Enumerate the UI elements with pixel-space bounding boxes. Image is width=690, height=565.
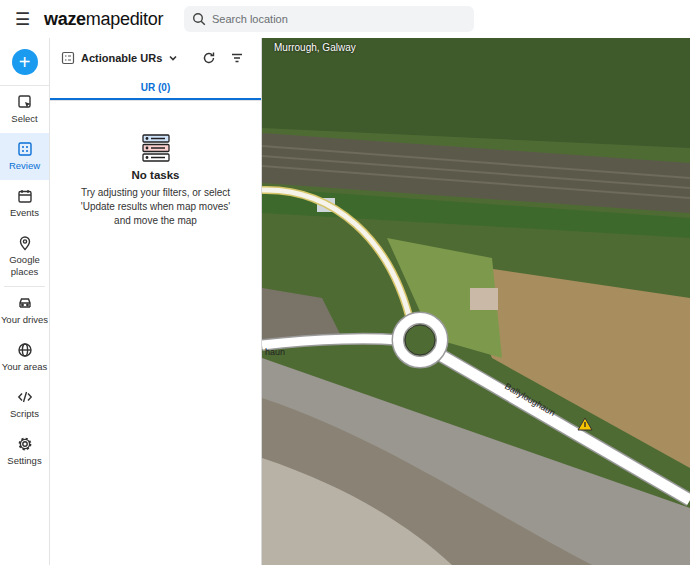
chevron-down-icon: [168, 53, 178, 63]
nav-icon: [17, 94, 33, 110]
review-panel: Actionable URs UR (0) No tasks Try adjus…: [50, 38, 262, 565]
panel-header: Actionable URs: [50, 38, 261, 78]
nav-icon: [17, 389, 33, 405]
nav-item[interactable]: Review: [0, 133, 49, 180]
nav-icon: [17, 188, 33, 204]
filter-button[interactable]: [227, 48, 247, 68]
add-button[interactable]: +: [12, 49, 38, 75]
nav-item[interactable]: Events: [0, 180, 49, 227]
nav-item[interactable]: Scripts: [0, 381, 49, 428]
map[interactable]: haun Ballyloughaun Murrough, Galway: [262, 38, 690, 565]
empty-message: Try adjusting your filters, or select 'U…: [72, 186, 240, 228]
road-label: haun: [265, 347, 285, 357]
search-field[interactable]: Search location: [184, 6, 474, 32]
tasks-icon: [141, 133, 171, 163]
empty-state: No tasks Try adjusting your filters, or …: [50, 101, 261, 228]
side-nav: + Select Review Events Google places You…: [0, 38, 50, 565]
menu-button[interactable]: ☰: [12, 9, 32, 30]
nav-icon: [17, 436, 33, 452]
map-location: Murrough, Galway: [274, 42, 356, 53]
nav-icon: [17, 295, 33, 311]
logo[interactable]: wazemapeditor: [44, 9, 172, 30]
nav-item[interactable]: Settings: [0, 428, 49, 475]
road-label: Ballyloughaun: [503, 381, 557, 418]
search-icon: [192, 12, 206, 26]
tab-bar: UR (0): [50, 78, 261, 101]
nav-item[interactable]: Your drives: [0, 287, 49, 334]
nav-item[interactable]: Google places: [0, 227, 49, 286]
tab[interactable]: UR (0): [50, 78, 261, 100]
nav-icon: [17, 235, 33, 251]
satellite-map[interactable]: haun Ballyloughaun: [262, 38, 690, 565]
nav-icon: [17, 141, 33, 157]
refresh-button[interactable]: [199, 48, 219, 68]
nav-item[interactable]: Select: [0, 86, 49, 133]
filter-icon: [230, 51, 244, 65]
empty-title: No tasks: [132, 169, 180, 181]
nav-item[interactable]: Your areas: [0, 334, 49, 381]
top-bar: ☰ wazemapeditor Search location: [0, 0, 690, 38]
hazard-icon[interactable]: [578, 418, 592, 430]
filter-dropdown[interactable]: Actionable URs: [61, 51, 178, 65]
list-icon: [61, 51, 75, 65]
app: ☰ wazemapeditor Search location + Select…: [0, 0, 690, 565]
nav-icon: [17, 342, 33, 358]
refresh-icon: [202, 51, 216, 65]
